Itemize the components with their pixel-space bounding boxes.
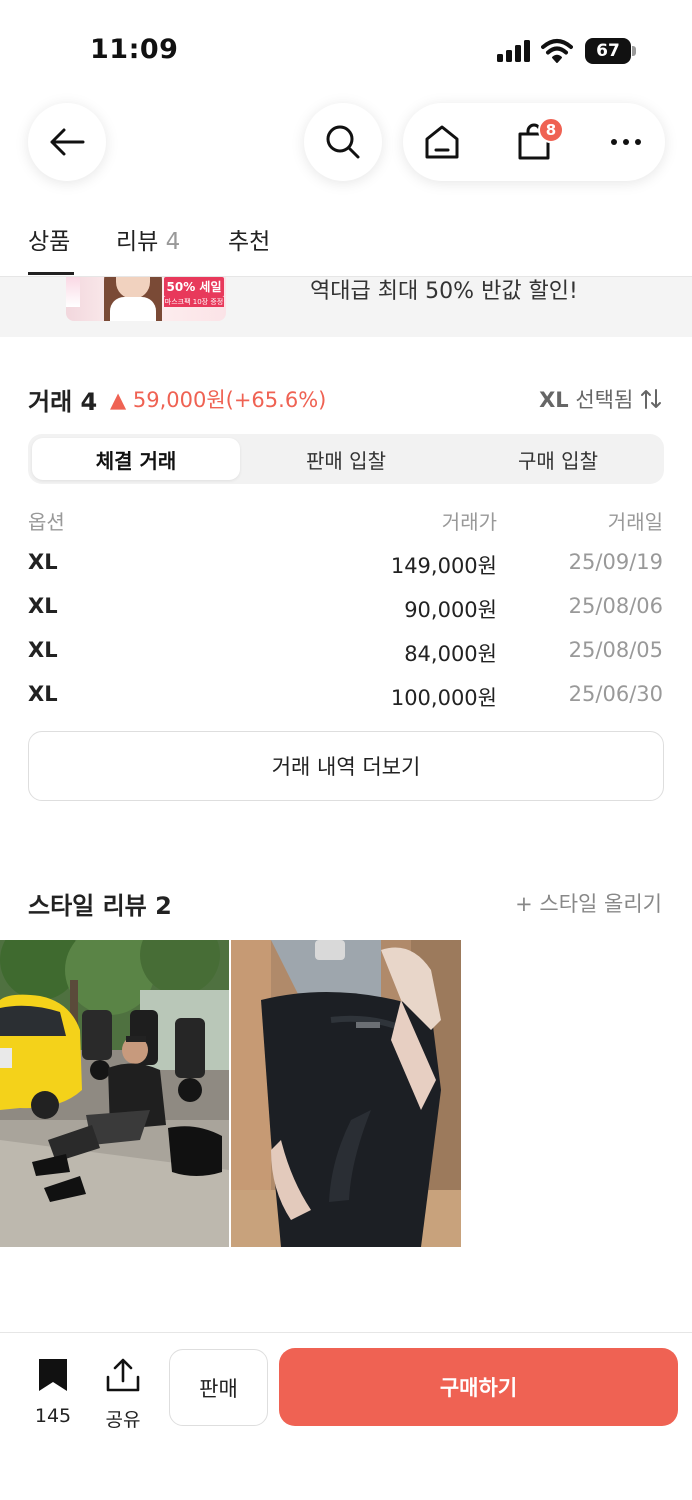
tab-recommend-label: 추천 <box>228 229 271 255</box>
segment-label: 체결 거래 <box>95 448 177 473</box>
trade-option: XL <box>28 638 58 662</box>
column-header-date: 거래일 <box>607 510 663 534</box>
trade-date: 25/08/06 <box>568 594 663 618</box>
sort-arrows-icon <box>641 389 661 409</box>
sell-label: 판매 <box>199 1376 238 1401</box>
bottom-action-bar: 145 공유 판매 구매하기 <box>0 1333 692 1500</box>
home-button[interactable] <box>407 103 477 181</box>
trade-segment-control: 체결 거래 판매 입찰 구매 입찰 <box>28 434 664 484</box>
trade-option: XL <box>28 682 58 706</box>
banner-thumbnail: 50% 세일 마스크팩 10장 증정 <box>66 277 226 321</box>
more-options-button[interactable] <box>591 103 661 181</box>
promo-banner[interactable]: 50% 세일 마스크팩 10장 증정 역대급 최대 50% 반값 할인! <box>0 277 692 337</box>
bookmark-icon <box>39 1359 67 1391</box>
trade-row: XL 149,000원 25/09/19 <box>0 550 692 594</box>
trade-change-value: 59,000원(+65.6%) <box>132 388 327 412</box>
product-tabs: 상품 리뷰 4 추천 <box>0 206 692 276</box>
trade-price: 84,000원 <box>404 642 497 666</box>
buy-label: 구매하기 <box>439 1376 518 1400</box>
segment-sell-bids[interactable]: 판매 입찰 <box>240 434 452 484</box>
trade-price: 90,000원 <box>404 598 497 622</box>
style-review-title: 스타일 리뷰 2 <box>28 892 172 920</box>
trade-date: 25/06/30 <box>568 682 663 706</box>
buy-button[interactable]: 구매하기 <box>279 1348 678 1426</box>
wifi-icon <box>541 39 573 63</box>
bookmark-count: 145 <box>34 1405 72 1427</box>
style-review-photo[interactable] <box>0 940 229 1247</box>
nav-actions-pill: 8 <box>403 103 665 181</box>
more-dots-icon <box>611 139 641 145</box>
cellular-signal-icon <box>497 40 530 62</box>
style-photo-mirror <box>231 940 461 1247</box>
style-photo-street <box>0 940 229 1247</box>
segment-label: 구매 입찰 <box>518 448 598 473</box>
trade-row: XL 84,000원 25/08/05 <box>0 638 692 682</box>
trade-date: 25/09/19 <box>568 550 663 574</box>
trade-row: XL 100,000원 25/06/30 <box>0 682 692 726</box>
tab-product[interactable]: 상품 <box>28 222 70 256</box>
banner-sale-tag: 50% 세일 <box>164 277 224 297</box>
tab-review[interactable]: 리뷰 4 <box>116 222 180 256</box>
status-bar: 11:09 67 <box>0 0 692 100</box>
segment-label: 판매 입찰 <box>306 448 386 473</box>
share-icon <box>106 1358 140 1392</box>
size-selected-label: 선택됨 <box>575 388 634 412</box>
battery-level: 67 <box>585 38 631 64</box>
back-button[interactable] <box>28 103 106 181</box>
up-triangle-icon: ▲ <box>110 388 127 412</box>
more-trade-history-button[interactable]: 거래 내역 더보기 <box>28 731 664 801</box>
trade-price: 100,000원 <box>390 686 497 710</box>
sell-button[interactable]: 판매 <box>169 1349 268 1426</box>
arrow-left-icon <box>50 128 85 156</box>
search-icon <box>326 125 360 159</box>
trade-option: XL <box>28 594 58 618</box>
segment-executed-trades[interactable]: 체결 거래 <box>32 438 240 480</box>
share-label: 공유 <box>105 1409 141 1431</box>
trade-row: XL 90,000원 25/08/06 <box>0 594 692 638</box>
column-header-price: 거래가 <box>441 510 497 534</box>
trade-price-change: ▲ 59,000원(+65.6%) <box>110 384 326 414</box>
cart-button[interactable] <box>499 103 569 181</box>
bookmark-button[interactable]: 145 <box>28 1353 78 1427</box>
tab-active-indicator <box>28 272 74 275</box>
tab-product-label: 상품 <box>28 229 71 255</box>
trade-title: 거래 4 <box>28 388 98 416</box>
style-review-photo[interactable] <box>231 940 461 1247</box>
tab-recommend[interactable]: 추천 <box>228 222 270 256</box>
selected-size: XL <box>539 388 569 412</box>
size-selector[interactable]: XL 선택됨 <box>539 384 662 414</box>
search-button[interactable] <box>304 103 382 181</box>
more-trade-history-label: 거래 내역 더보기 <box>271 755 421 779</box>
trade-date: 25/08/05 <box>568 638 663 662</box>
upload-style-button[interactable]: + 스타일 올리기 <box>515 888 662 918</box>
banner-sale-subtag: 마스크팩 10장 증정 <box>164 297 224 307</box>
status-time: 11:09 <box>90 34 179 65</box>
home-icon <box>425 125 459 159</box>
tab-review-count: 4 <box>165 229 181 255</box>
column-header-option: 옵션 <box>28 510 65 534</box>
share-button[interactable]: 공유 <box>98 1353 148 1431</box>
trade-option: XL <box>28 550 58 574</box>
tab-review-label: 리뷰 <box>116 229 159 255</box>
banner-text: 역대급 최대 50% 반값 할인! <box>310 279 578 304</box>
battery-icon: 67 <box>585 38 636 64</box>
segment-buy-bids[interactable]: 구매 입찰 <box>452 434 664 484</box>
trade-price: 149,000원 <box>390 554 497 578</box>
cart-count-badge: 8 <box>538 117 564 143</box>
